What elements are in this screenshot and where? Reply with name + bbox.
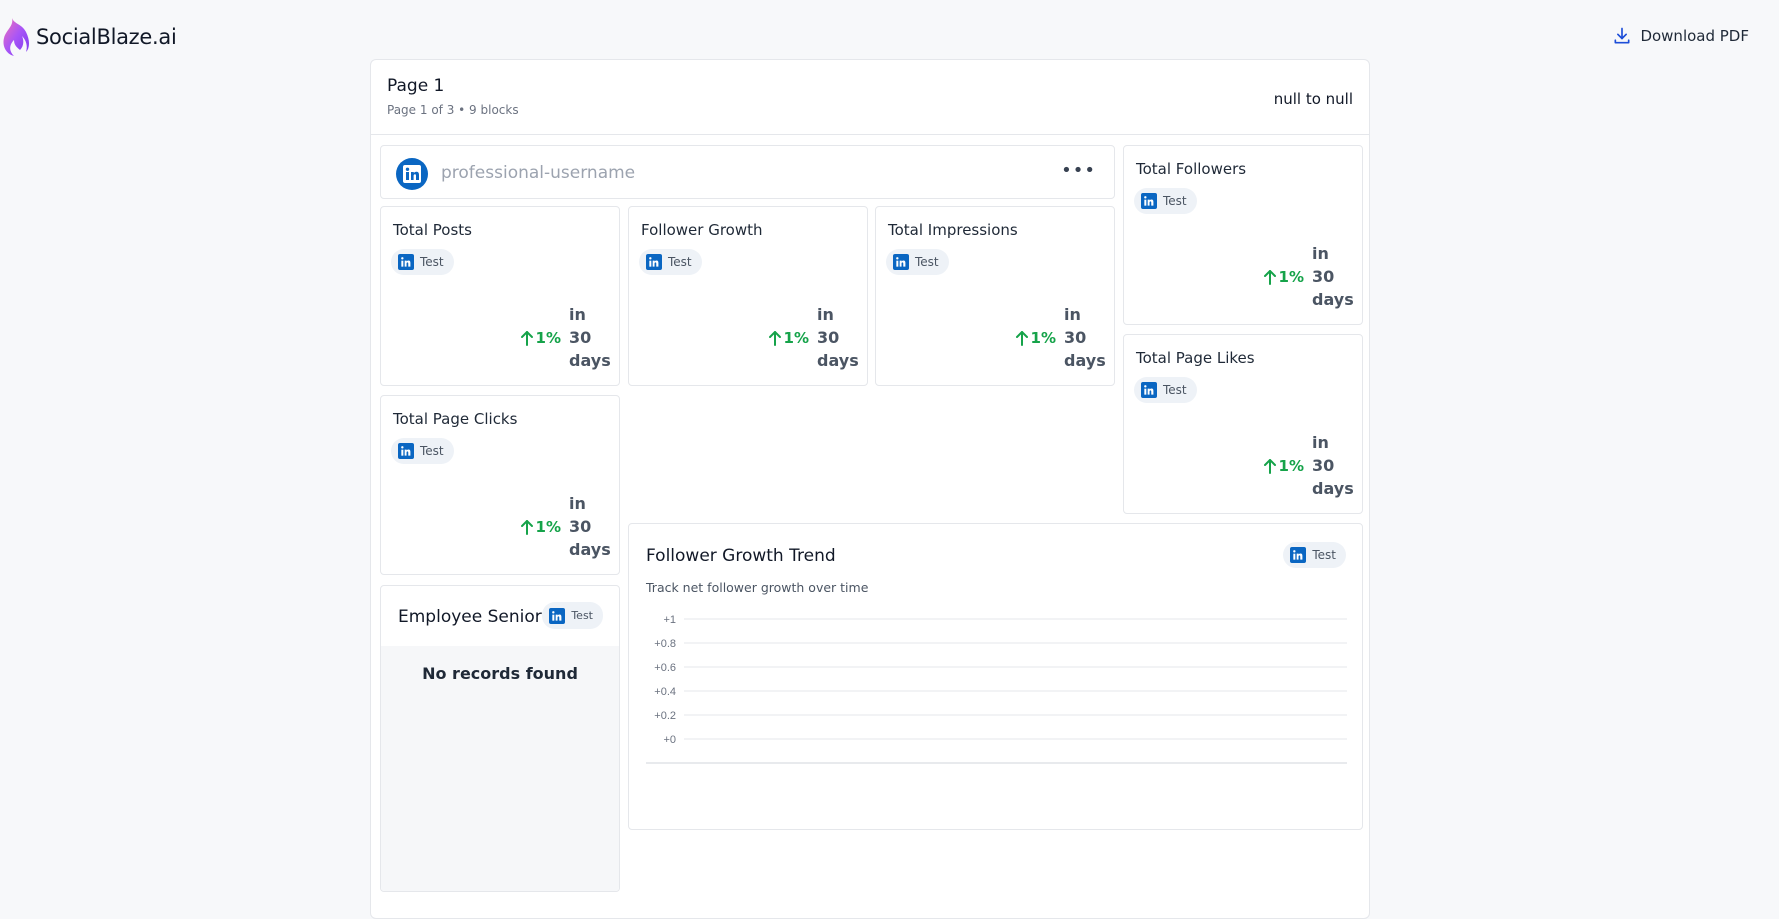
source-tag: Test (1283, 542, 1346, 568)
linkedin-icon (1141, 382, 1157, 398)
arrow-up-icon (520, 519, 533, 535)
metric-change-value: 1% (1278, 456, 1304, 475)
brand-name: SocialBlaze.ai (36, 25, 177, 49)
y-tick-label: +0.2 (654, 710, 676, 722)
chart-subtitle: Track net follower growth over time (646, 580, 869, 595)
source-tag-label: Test (420, 444, 444, 458)
metric-change: 1% in 30 days (520, 303, 611, 372)
metric-change: 1% in 30 days (520, 492, 611, 561)
source-tag-label: Test (1312, 548, 1336, 562)
metric-title: Total Posts (393, 221, 472, 239)
y-tick-label: +0.4 (654, 686, 676, 698)
metric-title: Total Impressions (888, 221, 1018, 239)
page-subtitle: Page 1 of 3 • 9 blocks (387, 103, 519, 117)
metric-title: Total Page Clicks (393, 410, 518, 428)
employee-list: No records found (381, 646, 619, 891)
employee-title: Employee Senior (398, 607, 542, 627)
y-tick-label: +0.6 (654, 662, 676, 674)
flame-logo-icon (3, 18, 30, 56)
metric-change: 1% in 30 days (1263, 431, 1354, 500)
empty-state: No records found (422, 664, 578, 683)
metric-card-total-impressions: Total Impressions Test 1% in 30 days (875, 206, 1115, 386)
download-pdf-label: Download PDF (1640, 27, 1749, 45)
source-tag: Test (886, 249, 949, 275)
report-page: Page 1 Page 1 of 3 • 9 blocks null to nu… (370, 59, 1370, 919)
linkedin-icon (398, 443, 414, 459)
metric-change: 1% in 30 days (768, 303, 859, 372)
metric-period: in 30 days (1312, 244, 1354, 309)
metric-change-value: 1% (535, 328, 561, 347)
metric-period: in 30 days (1064, 305, 1106, 370)
metric-period: in 30 days (817, 305, 859, 370)
metric-change: 1% in 30 days (1015, 303, 1106, 372)
y-tick-label: +0 (663, 734, 676, 746)
arrow-up-icon (1263, 458, 1276, 474)
metric-change-value: 1% (1278, 267, 1304, 286)
metric-title: Follower Growth (641, 221, 763, 239)
source-tag-label: Test (668, 255, 692, 269)
metric-period: in 30 days (1312, 433, 1354, 498)
source-tag: Test (542, 602, 603, 629)
metric-card-follower-growth: Follower Growth Test 1% in 30 days (628, 206, 868, 386)
linkedin-icon (646, 254, 662, 270)
linkedin-icon (1290, 547, 1307, 563)
arrow-up-icon (1263, 269, 1276, 285)
y-tick-label: +1 (663, 614, 676, 626)
metric-title: Total Followers (1136, 160, 1247, 178)
page-header: Page 1 Page 1 of 3 • 9 blocks null to nu… (371, 60, 1369, 135)
source-tag-label: Test (1163, 194, 1187, 208)
metric-change-value: 1% (535, 517, 561, 536)
source-tag-label: Test (1163, 383, 1187, 397)
source-tag-label: Test (571, 609, 593, 622)
follower-growth-chart: +1 +0.8 +0.6 +0.4 +0.2 +0 (646, 614, 1347, 764)
profile-block: professional-username ••• (380, 145, 1115, 199)
metric-card-total-page-likes: Total Page Likes Test 1% in 30 days (1123, 334, 1363, 514)
profile-username: professional-username (441, 163, 636, 183)
date-range: null to null (1273, 90, 1353, 108)
metric-card-total-page-clicks: Total Page Clicks Test 1% in 30 days (380, 395, 620, 575)
metric-period: in 30 days (569, 305, 611, 370)
source-tag: Test (1134, 377, 1197, 403)
more-options-button[interactable]: ••• (1061, 160, 1096, 181)
employee-header: Employee Senior Test (381, 586, 619, 646)
linkedin-icon (549, 607, 566, 624)
metric-card-total-posts: Total Posts Test 1% in 30 days (380, 206, 620, 386)
metric-period: in 30 days (569, 494, 611, 559)
linkedin-icon (396, 158, 428, 190)
metric-change-value: 1% (1030, 328, 1056, 347)
page-title: Page 1 (387, 76, 445, 96)
brand[interactable]: SocialBlaze.ai (0, 16, 177, 58)
chart-title: Follower Growth Trend (646, 546, 836, 566)
download-pdf-button[interactable]: Download PDF (1612, 26, 1749, 46)
follower-growth-trend-block: Follower Growth Trend Track net follower… (628, 523, 1363, 830)
source-tag: Test (639, 249, 702, 275)
metric-card-total-followers: Total Followers Test 1% in 30 days (1123, 145, 1363, 325)
linkedin-icon (398, 254, 414, 270)
linkedin-icon (893, 254, 909, 270)
source-tag: Test (391, 249, 454, 275)
linkedin-icon (1141, 193, 1157, 209)
arrow-up-icon (1015, 330, 1028, 346)
arrow-up-icon (520, 330, 533, 346)
metric-title: Total Page Likes (1136, 349, 1255, 367)
source-tag: Test (1134, 188, 1197, 214)
employee-senior-block: Employee Senior Test No records found (380, 585, 620, 892)
source-tag: Test (391, 438, 454, 464)
metric-change-value: 1% (783, 328, 809, 347)
source-tag-label: Test (915, 255, 939, 269)
y-tick-label: +0.8 (654, 638, 676, 650)
source-tag-label: Test (420, 255, 444, 269)
metric-change: 1% in 30 days (1263, 242, 1354, 311)
download-icon (1614, 27, 1630, 44)
arrow-up-icon (768, 330, 781, 346)
